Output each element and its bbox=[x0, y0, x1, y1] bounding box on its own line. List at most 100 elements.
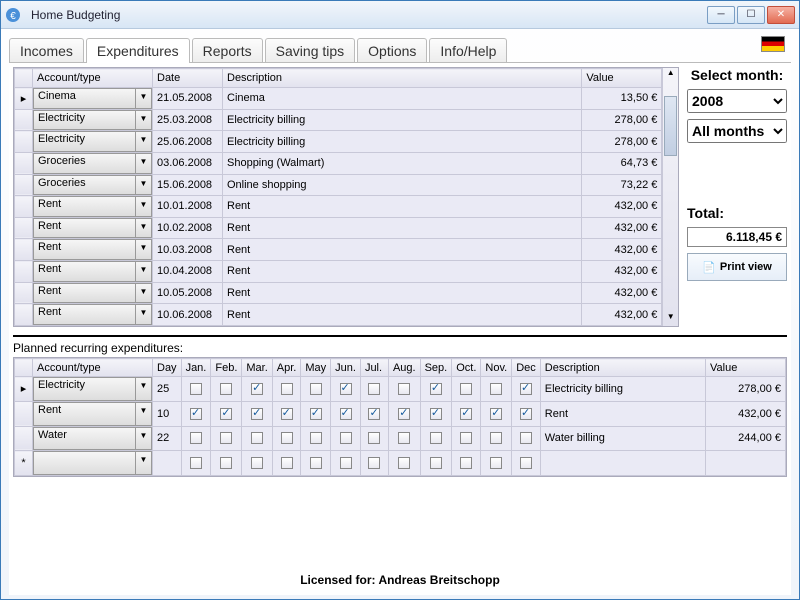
value-cell[interactable]: 432,00 € bbox=[582, 217, 662, 239]
tab-options[interactable]: Options bbox=[357, 38, 427, 63]
scroll-up-icon[interactable]: ▲ bbox=[663, 68, 678, 82]
description-cell[interactable]: Rent bbox=[223, 196, 582, 218]
month-checkbox[interactable] bbox=[211, 451, 242, 476]
month-checkbox[interactable] bbox=[272, 377, 301, 402]
chevron-down-icon[interactable]: ▼ bbox=[136, 88, 152, 109]
chevron-down-icon[interactable]: ▼ bbox=[136, 261, 152, 282]
close-button[interactable]: ✕ bbox=[767, 6, 795, 24]
chevron-down-icon[interactable]: ▼ bbox=[136, 175, 152, 196]
month-checkbox[interactable] bbox=[420, 451, 452, 476]
month-checkbox[interactable] bbox=[481, 401, 512, 426]
month-checkbox[interactable] bbox=[512, 426, 541, 451]
table-row[interactable]: ▸Cinema▼21.05.2008Cinema13,50 € bbox=[15, 88, 662, 110]
month-checkbox[interactable] bbox=[272, 426, 301, 451]
month-checkbox[interactable] bbox=[181, 451, 211, 476]
description-cell[interactable]: Electricity billing bbox=[223, 109, 582, 131]
month-checkbox[interactable] bbox=[420, 377, 452, 402]
col-account[interactable]: Account/type bbox=[33, 69, 153, 88]
date-cell[interactable]: 15.06.2008 bbox=[153, 174, 223, 196]
account-cell[interactable]: Rent▼ bbox=[33, 196, 153, 218]
chevron-down-icon[interactable]: ▼ bbox=[136, 451, 152, 475]
chevron-down-icon[interactable]: ▼ bbox=[136, 239, 152, 260]
month-checkbox[interactable] bbox=[211, 401, 242, 426]
value-cell[interactable]: 432,00 € bbox=[582, 304, 662, 326]
account-cell[interactable]: Water▼ bbox=[33, 426, 153, 451]
month-checkbox[interactable] bbox=[388, 377, 420, 402]
month-checkbox[interactable] bbox=[272, 401, 301, 426]
value-cell[interactable]: 432,00 € bbox=[582, 282, 662, 304]
description-cell[interactable]: Rent bbox=[223, 239, 582, 261]
value-cell[interactable]: 432,00 € bbox=[582, 196, 662, 218]
tab-reports[interactable]: Reports bbox=[192, 38, 263, 63]
account-cell[interactable]: Rent▼ bbox=[33, 401, 153, 426]
table-row[interactable]: Rent▼10.05.2008Rent432,00 € bbox=[15, 282, 662, 304]
chevron-down-icon[interactable]: ▼ bbox=[136, 110, 152, 131]
month-checkbox[interactable] bbox=[242, 377, 272, 402]
value-cell[interactable]: 432,00 € bbox=[582, 261, 662, 283]
account-cell[interactable]: Cinema▼ bbox=[33, 88, 153, 110]
chevron-down-icon[interactable]: ▼ bbox=[136, 427, 152, 451]
col-date[interactable]: Date bbox=[153, 69, 223, 88]
description-cell[interactable]: Rent bbox=[223, 217, 582, 239]
month-header[interactable]: Nov. bbox=[481, 359, 512, 377]
day-cell[interactable]: 22 bbox=[153, 426, 182, 451]
value-cell[interactable]: 64,73 € bbox=[582, 152, 662, 174]
recurring-row[interactable]: ▸Electricity▼25Electricity billing278,00… bbox=[15, 377, 786, 402]
date-cell[interactable]: 10.01.2008 bbox=[153, 196, 223, 218]
account-cell[interactable]: Groceries▼ bbox=[33, 152, 153, 174]
description-cell[interactable]: Water billing bbox=[540, 426, 705, 451]
date-cell[interactable]: 10.03.2008 bbox=[153, 239, 223, 261]
account-cell[interactable]: Rent▼ bbox=[33, 239, 153, 261]
table-row[interactable]: Groceries▼15.06.2008Online shopping73,22… bbox=[15, 174, 662, 196]
tab-incomes[interactable]: Incomes bbox=[9, 38, 84, 63]
month-checkbox[interactable] bbox=[452, 426, 481, 451]
account-cell[interactable]: ▼ bbox=[33, 451, 153, 476]
account-cell[interactable]: Electricity▼ bbox=[33, 377, 153, 402]
description-cell[interactable]: Rent bbox=[223, 261, 582, 283]
month-checkbox[interactable] bbox=[512, 401, 541, 426]
account-cell[interactable]: Rent▼ bbox=[33, 282, 153, 304]
description-cell[interactable]: Rent bbox=[223, 304, 582, 326]
month-checkbox[interactable] bbox=[452, 451, 481, 476]
month-checkbox[interactable] bbox=[481, 377, 512, 402]
chevron-down-icon[interactable]: ▼ bbox=[136, 196, 152, 217]
month-checkbox[interactable] bbox=[512, 377, 541, 402]
tab-saving-tips[interactable]: Saving tips bbox=[265, 38, 355, 63]
month-header[interactable]: Aug. bbox=[388, 359, 420, 377]
date-cell[interactable]: 25.06.2008 bbox=[153, 131, 223, 153]
value-cell[interactable]: 244,00 € bbox=[706, 426, 786, 451]
month-header[interactable]: Apr. bbox=[272, 359, 301, 377]
account-cell[interactable]: Rent▼ bbox=[33, 261, 153, 283]
date-cell[interactable]: 10.05.2008 bbox=[153, 282, 223, 304]
date-cell[interactable]: 10.06.2008 bbox=[153, 304, 223, 326]
month-header[interactable]: Jul. bbox=[360, 359, 388, 377]
scroll-thumb[interactable] bbox=[664, 96, 677, 156]
chevron-down-icon[interactable]: ▼ bbox=[136, 131, 152, 152]
month-checkbox[interactable] bbox=[331, 451, 361, 476]
month-checkbox[interactable] bbox=[420, 426, 452, 451]
date-cell[interactable]: 25.03.2008 bbox=[153, 109, 223, 131]
account-cell[interactable]: Groceries▼ bbox=[33, 174, 153, 196]
chevron-down-icon[interactable]: ▼ bbox=[136, 218, 152, 239]
month-checkbox[interactable] bbox=[211, 377, 242, 402]
month-checkbox[interactable] bbox=[181, 377, 211, 402]
month-checkbox[interactable] bbox=[272, 451, 301, 476]
month-checkbox[interactable] bbox=[388, 426, 420, 451]
value-cell[interactable]: 73,22 € bbox=[582, 174, 662, 196]
description-cell[interactable]: Electricity billing bbox=[540, 377, 705, 402]
date-cell[interactable]: 21.05.2008 bbox=[153, 88, 223, 110]
chevron-down-icon[interactable]: ▼ bbox=[136, 153, 152, 174]
date-cell[interactable]: 10.04.2008 bbox=[153, 261, 223, 283]
year-select[interactable]: 2008 bbox=[687, 89, 787, 113]
description-cell[interactable]: Rent bbox=[540, 401, 705, 426]
account-cell[interactable]: Electricity▼ bbox=[33, 131, 153, 153]
month-header[interactable]: Jun. bbox=[331, 359, 361, 377]
month-checkbox[interactable] bbox=[331, 377, 361, 402]
table-row[interactable]: Rent▼10.01.2008Rent432,00 € bbox=[15, 196, 662, 218]
month-checkbox[interactable] bbox=[388, 451, 420, 476]
tab-expenditures[interactable]: Expenditures bbox=[86, 38, 190, 63]
month-checkbox[interactable] bbox=[301, 451, 331, 476]
grid-scrollbar[interactable]: ▲ ▼ bbox=[662, 68, 678, 326]
language-flag-german[interactable] bbox=[761, 36, 785, 52]
month-header[interactable]: Dec bbox=[512, 359, 541, 377]
